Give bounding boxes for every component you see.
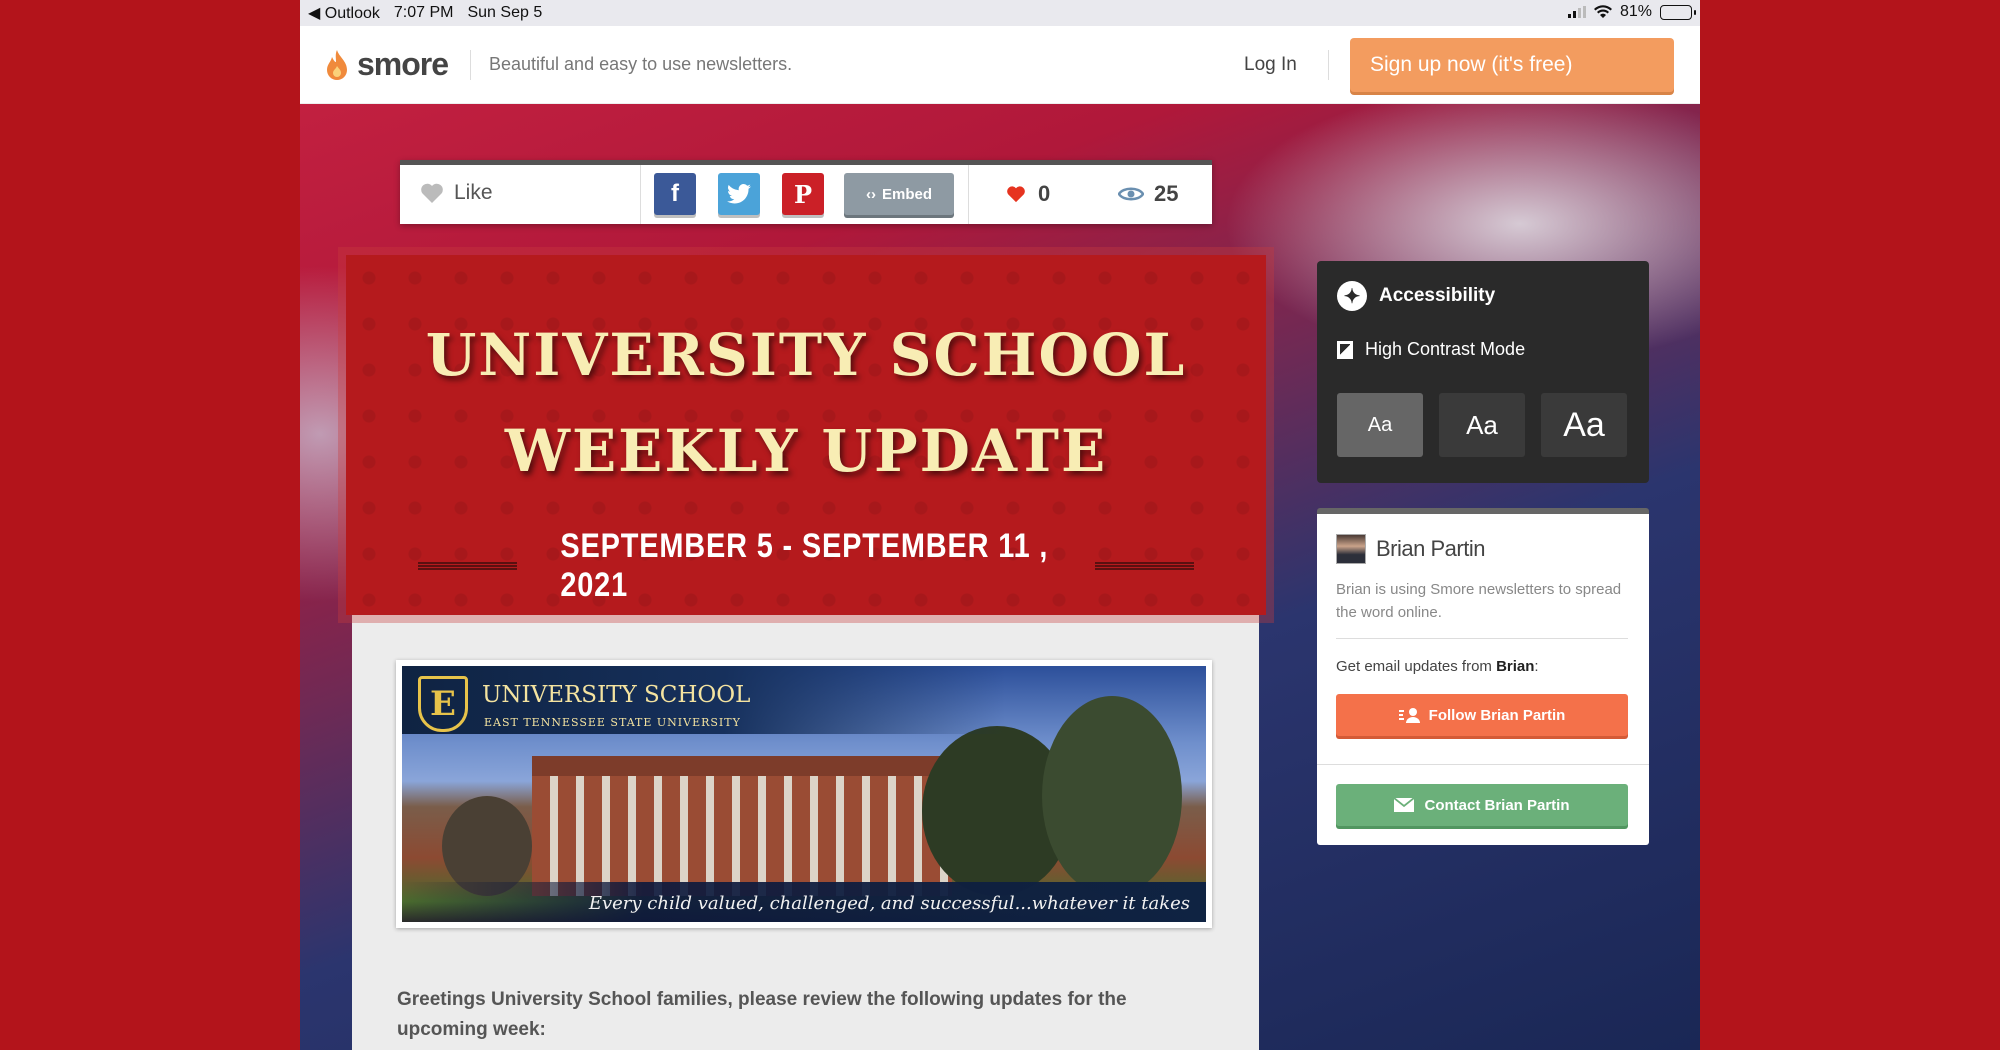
newsletter-banner: UNIVERSITY SCHOOL WEEKLY UPDATE SEPTEMBE… [346,255,1266,615]
flame-logo-icon [327,49,347,80]
high-contrast-label: High Contrast Mode [1365,339,1526,359]
battery-icon [1660,4,1696,20]
decorative-rule [418,562,518,570]
font-size-small-button[interactable]: Aa [1337,393,1423,457]
building-facade [532,776,952,896]
updates-author-name: Brian [1496,658,1535,675]
date-range: SEPTEMBER 5 - SEPTEMBER 11 , 2021 [560,527,1049,604]
facebook-share-button[interactable]: f [654,173,696,215]
building-roof [532,756,952,776]
accessibility-title: Accessibility [1379,285,1496,306]
newsletter-subtitle: WEEKLY UPDATE [504,417,1108,485]
photo-caption: Every child valued, challenged, and succ… [588,893,1190,914]
login-link[interactable]: Log In [1244,54,1297,76]
avatar[interactable] [1336,534,1366,564]
signup-button[interactable]: Sign up now (it's free) [1350,38,1674,92]
newsletter-title: UNIVERSITY SCHOOL [425,321,1187,389]
likes-counter: 0 [1006,181,1050,207]
twitter-bird-icon [727,184,751,204]
pinterest-icon: P [793,179,813,209]
font-size-medium-button[interactable]: Aa [1439,393,1525,457]
header-divider [1328,50,1329,80]
smore-logo[interactable]: smore [325,46,449,83]
status-time: 7:07 PM [393,4,454,21]
follow-label: Follow Brian Partin [1428,706,1566,724]
accessibility-icon: ✦ [1337,281,1367,311]
logo-wordmark: smore [357,46,449,82]
high-contrast-toggle[interactable]: High Contrast Mode [1337,339,1525,360]
contrast-icon [1337,340,1353,359]
card-divider [1317,764,1649,765]
author-name[interactable]: Brian Partin [1376,536,1485,562]
tagline: Beautiful and easy to use newsletters. [489,54,793,74]
like-label: Like [454,181,493,204]
contact-label: Contact Brian Partin [1424,796,1570,814]
tree [442,796,532,896]
date-range-row: SEPTEMBER 5 - SEPTEMBER 11 , 2021 [418,527,1195,605]
views-count: 25 [1154,181,1179,206]
accessibility-header: ✦ Accessibility [1337,281,1495,311]
school-photo-frame[interactable]: E UNIVERSITY SCHOOL EAST TENNESSEE STATE… [396,660,1212,928]
seal-letter: E [430,684,456,724]
views-counter: 25 [1118,181,1178,207]
updates-prefix: Get email updates from [1336,658,1497,675]
photo-school-name: UNIVERSITY SCHOOL [482,682,751,708]
facebook-icon: f [671,180,679,207]
header-divider [470,50,471,80]
social-divider [968,165,969,224]
back-to-outlook[interactable]: ◀ Outlook [308,3,380,23]
decorative-rule [1094,562,1195,570]
battery-percent: 81% [1619,3,1652,20]
status-bar: ◀ Outlook 7:07 PM Sun Sep 5 81% [300,0,1700,26]
greeting-text: Greetings University School families, pl… [397,989,1127,1040]
like-button[interactable]: Like [420,181,493,205]
author-header: Brian Partin [1336,534,1485,564]
code-brackets-icon: ‹› [865,185,876,203]
twitter-share-button[interactable] [718,173,760,215]
embed-label: Embed [881,185,932,203]
author-card: Brian Partin Brian is using Smore newsle… [1317,508,1649,845]
smore-header: smore Beautiful and easy to use newslett… [300,26,1700,104]
author-description: Brian is using Smore newsletters to spre… [1336,581,1622,621]
updates-suffix: : [1534,658,1539,675]
eye-icon [1118,187,1144,201]
cellular-signal-icon [1567,6,1586,18]
contact-button[interactable]: Contact Brian Partin [1336,784,1628,826]
heart-icon [1007,186,1025,203]
font-size-large-button[interactable]: Aa [1541,393,1627,457]
etsu-seal-icon: E [418,676,468,732]
status-date: Sun Sep 5 [467,4,543,21]
ipad-screen: ◀ Outlook 7:07 PM Sun Sep 5 81% smore Be… [300,0,1700,1050]
follow-button[interactable]: Follow Brian Partin [1336,694,1628,736]
social-divider [640,165,641,224]
likes-count: 0 [1038,181,1051,206]
pinterest-share-button[interactable]: P [782,173,824,215]
wifi-icon [1593,5,1612,19]
heart-outline-icon [421,183,443,203]
social-bar: Like f P ‹› Embed 0 25 [400,160,1212,224]
school-photo: E UNIVERSITY SCHOOL EAST TENNESSEE STATE… [402,666,1206,922]
email-updates-text: Get email updates from Brian: [1336,658,1539,675]
accessibility-panel: ✦ Accessibility High Contrast Mode Aa Aa… [1317,261,1649,483]
card-divider [1336,638,1628,639]
embed-button[interactable]: ‹› Embed [844,173,954,215]
follow-user-icon [1398,708,1420,723]
photo-university-name: EAST TENNESSEE STATE UNIVERSITY [484,716,741,729]
envelope-icon [1394,798,1415,812]
